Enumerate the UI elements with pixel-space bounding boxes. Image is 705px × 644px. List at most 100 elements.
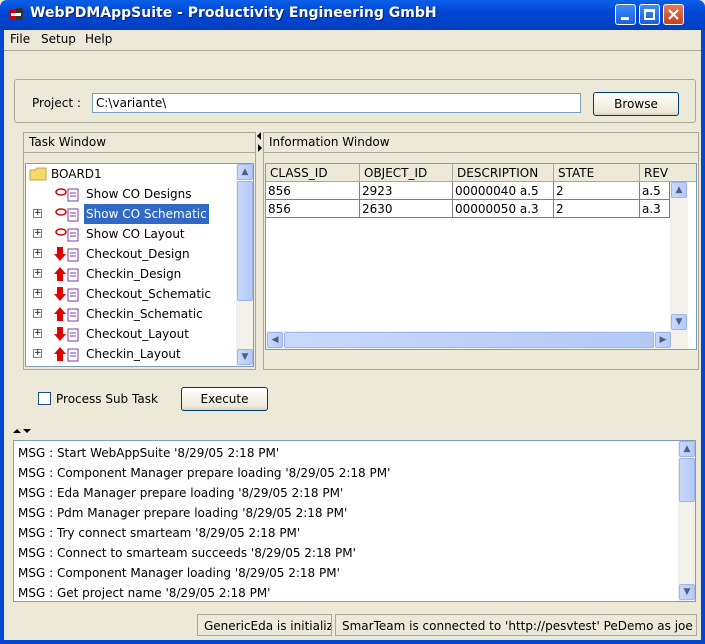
- design-link-icon: [55, 228, 79, 242]
- menu-bar: File Setup Help: [4, 30, 701, 50]
- column-header[interactable]: REV: [640, 164, 696, 182]
- window-frame-bottom: [0, 640, 705, 644]
- expand-icon[interactable]: +: [33, 289, 42, 298]
- window-frame-right: [701, 30, 705, 644]
- checkin-arrow-icon: [54, 307, 79, 322]
- scroll-left-icon[interactable]: ◀: [267, 332, 283, 348]
- status-smarteam: SmarTeam is connected to 'http://pesvtes…: [335, 614, 697, 636]
- tree-item-checkout-layout[interactable]: + Checkout_Layout: [26, 324, 236, 344]
- process-sub-task-checkbox[interactable]: [38, 392, 51, 405]
- collapse-down-icon[interactable]: [23, 429, 31, 433]
- process-sub-task-label: Process Sub Task: [56, 392, 158, 406]
- tree-item-show-co-schematic[interactable]: + Show CO Schematic: [26, 204, 236, 224]
- task-tree: BOARD1 Show CO Designs + Show CO Schemat…: [25, 163, 254, 367]
- log-line: MSG : Eda Manager prepare loading '8/29/…: [18, 486, 344, 500]
- menu-setup[interactable]: Setup: [41, 32, 76, 46]
- log-line: MSG : Connect to smarteam succeeds '8/29…: [18, 546, 356, 560]
- column-header[interactable]: OBJECT_ID: [360, 164, 453, 182]
- maximize-icon: [644, 9, 655, 20]
- message-log[interactable]: MSG : Start WebAppSuite '8/29/05 2:18 PM…: [13, 440, 696, 602]
- log-scrollbar[interactable]: ▲ ▼: [678, 441, 695, 601]
- scroll-thumb[interactable]: [284, 332, 654, 348]
- scroll-right-icon[interactable]: ▶: [655, 332, 671, 348]
- column-header[interactable]: DESCRIPTION: [453, 164, 554, 182]
- status-eda: GenericEda is initialized: [197, 614, 332, 636]
- tree-item-checkin-layout[interactable]: + Checkin_Layout: [26, 344, 236, 364]
- table-cell[interactable]: 2: [554, 182, 640, 200]
- tree-item-show-co-layout[interactable]: + Show CO Layout: [26, 224, 236, 244]
- collapse-right-icon[interactable]: [258, 144, 262, 152]
- tree-item-checkin-schematic[interactable]: + Checkin_Schematic: [26, 304, 236, 324]
- expand-icon[interactable]: +: [33, 229, 42, 238]
- table-cell[interactable]: 856: [266, 182, 360, 200]
- table-cell[interactable]: 00000040 a.5: [453, 182, 554, 200]
- scroll-down-icon[interactable]: ▼: [237, 349, 253, 365]
- tree-item-checkin-design[interactable]: + Checkin_Design: [26, 264, 236, 284]
- scroll-up-icon[interactable]: ▲: [671, 182, 687, 198]
- menu-divider: [4, 50, 701, 51]
- scroll-thumb[interactable]: [237, 181, 253, 301]
- table-cell[interactable]: 00000050 a.3: [453, 200, 554, 218]
- tree-item-checkout-schematic[interactable]: + Checkout_Schematic: [26, 284, 236, 304]
- minimize-button[interactable]: [615, 4, 636, 25]
- menu-file[interactable]: File: [10, 32, 30, 46]
- browse-button[interactable]: Browse: [593, 92, 679, 116]
- scroll-down-icon[interactable]: ▼: [679, 584, 695, 600]
- checkout-arrow-icon: [54, 247, 79, 262]
- task-window-title: Task Window: [24, 133, 255, 153]
- column-header[interactable]: STATE: [554, 164, 640, 182]
- design-link-icon: [55, 188, 79, 202]
- close-icon: [668, 9, 679, 20]
- folder-icon: [29, 167, 47, 181]
- log-line: MSG : Get project name '8/29/05 2:18 PM': [18, 586, 271, 600]
- task-tree-scrollbar[interactable]: ▲ ▼: [236, 164, 253, 366]
- project-path-input[interactable]: C:\variante\: [92, 93, 581, 113]
- expand-icon[interactable]: +: [33, 209, 42, 218]
- checkin-arrow-icon: [54, 347, 79, 362]
- checkout-arrow-icon: [54, 327, 79, 342]
- expand-icon[interactable]: +: [33, 309, 42, 318]
- collapse-left-icon[interactable]: [257, 132, 261, 140]
- table-cell[interactable]: 856: [266, 200, 360, 218]
- scroll-up-icon[interactable]: ▲: [237, 164, 253, 180]
- design-link-icon: [55, 208, 79, 222]
- minimize-icon: [621, 17, 629, 20]
- maximize-button[interactable]: [639, 4, 660, 25]
- table-cell[interactable]: 2: [554, 200, 640, 218]
- window-frame-left: [0, 30, 4, 644]
- expand-icon[interactable]: +: [33, 269, 42, 278]
- title-bar[interactable]: WebPDMAppSuite - Productivity Engineerin…: [0, 0, 705, 30]
- scroll-thumb[interactable]: [679, 458, 695, 502]
- close-button[interactable]: [663, 4, 684, 25]
- table-cell[interactable]: 2630: [360, 200, 453, 218]
- log-line: MSG : Component Manager prepare loading …: [18, 466, 391, 480]
- project-label: Project :: [32, 96, 81, 110]
- window-title: WebPDMAppSuite - Productivity Engineerin…: [30, 5, 437, 21]
- log-line: MSG : Component Manager loading '8/29/05…: [18, 566, 340, 580]
- checkin-arrow-icon: [54, 267, 79, 282]
- information-window-title: Information Window: [264, 133, 698, 153]
- scroll-down-icon[interactable]: ▼: [671, 314, 687, 330]
- table-cell[interactable]: 2923: [360, 182, 453, 200]
- log-line: MSG : Pdm Manager prepare loading '8/29/…: [18, 506, 348, 520]
- expand-icon[interactable]: +: [33, 249, 42, 258]
- information-table: CLASS_ID OBJECT_ID DESCRIPTION STATE REV…: [265, 163, 697, 350]
- horizontal-splitter[interactable]: [13, 429, 696, 437]
- log-line: MSG : Try connect smarteam '8/29/05 2:18…: [18, 526, 301, 540]
- execute-button[interactable]: Execute: [181, 387, 268, 411]
- app-icon: [9, 8, 23, 20]
- table-horizontal-scrollbar[interactable]: ◀ ▶: [266, 331, 688, 349]
- scroll-up-icon[interactable]: ▲: [679, 441, 695, 457]
- table-cell[interactable]: a.3: [640, 200, 670, 218]
- collapse-up-icon[interactable]: [13, 429, 21, 433]
- checkout-arrow-icon: [54, 287, 79, 302]
- menu-help[interactable]: Help: [85, 32, 112, 46]
- expand-icon[interactable]: +: [33, 349, 42, 358]
- column-header[interactable]: CLASS_ID: [266, 164, 360, 182]
- tree-item-checkout-design[interactable]: + Checkout_Design: [26, 244, 236, 264]
- expand-icon[interactable]: +: [33, 329, 42, 338]
- table-vertical-scrollbar[interactable]: ▲ ▼: [670, 182, 688, 331]
- table-cell[interactable]: a.5: [640, 182, 670, 200]
- tree-item-show-co-designs[interactable]: Show CO Designs: [26, 184, 236, 204]
- log-line: MSG : Start WebAppSuite '8/29/05 2:18 PM…: [18, 446, 280, 460]
